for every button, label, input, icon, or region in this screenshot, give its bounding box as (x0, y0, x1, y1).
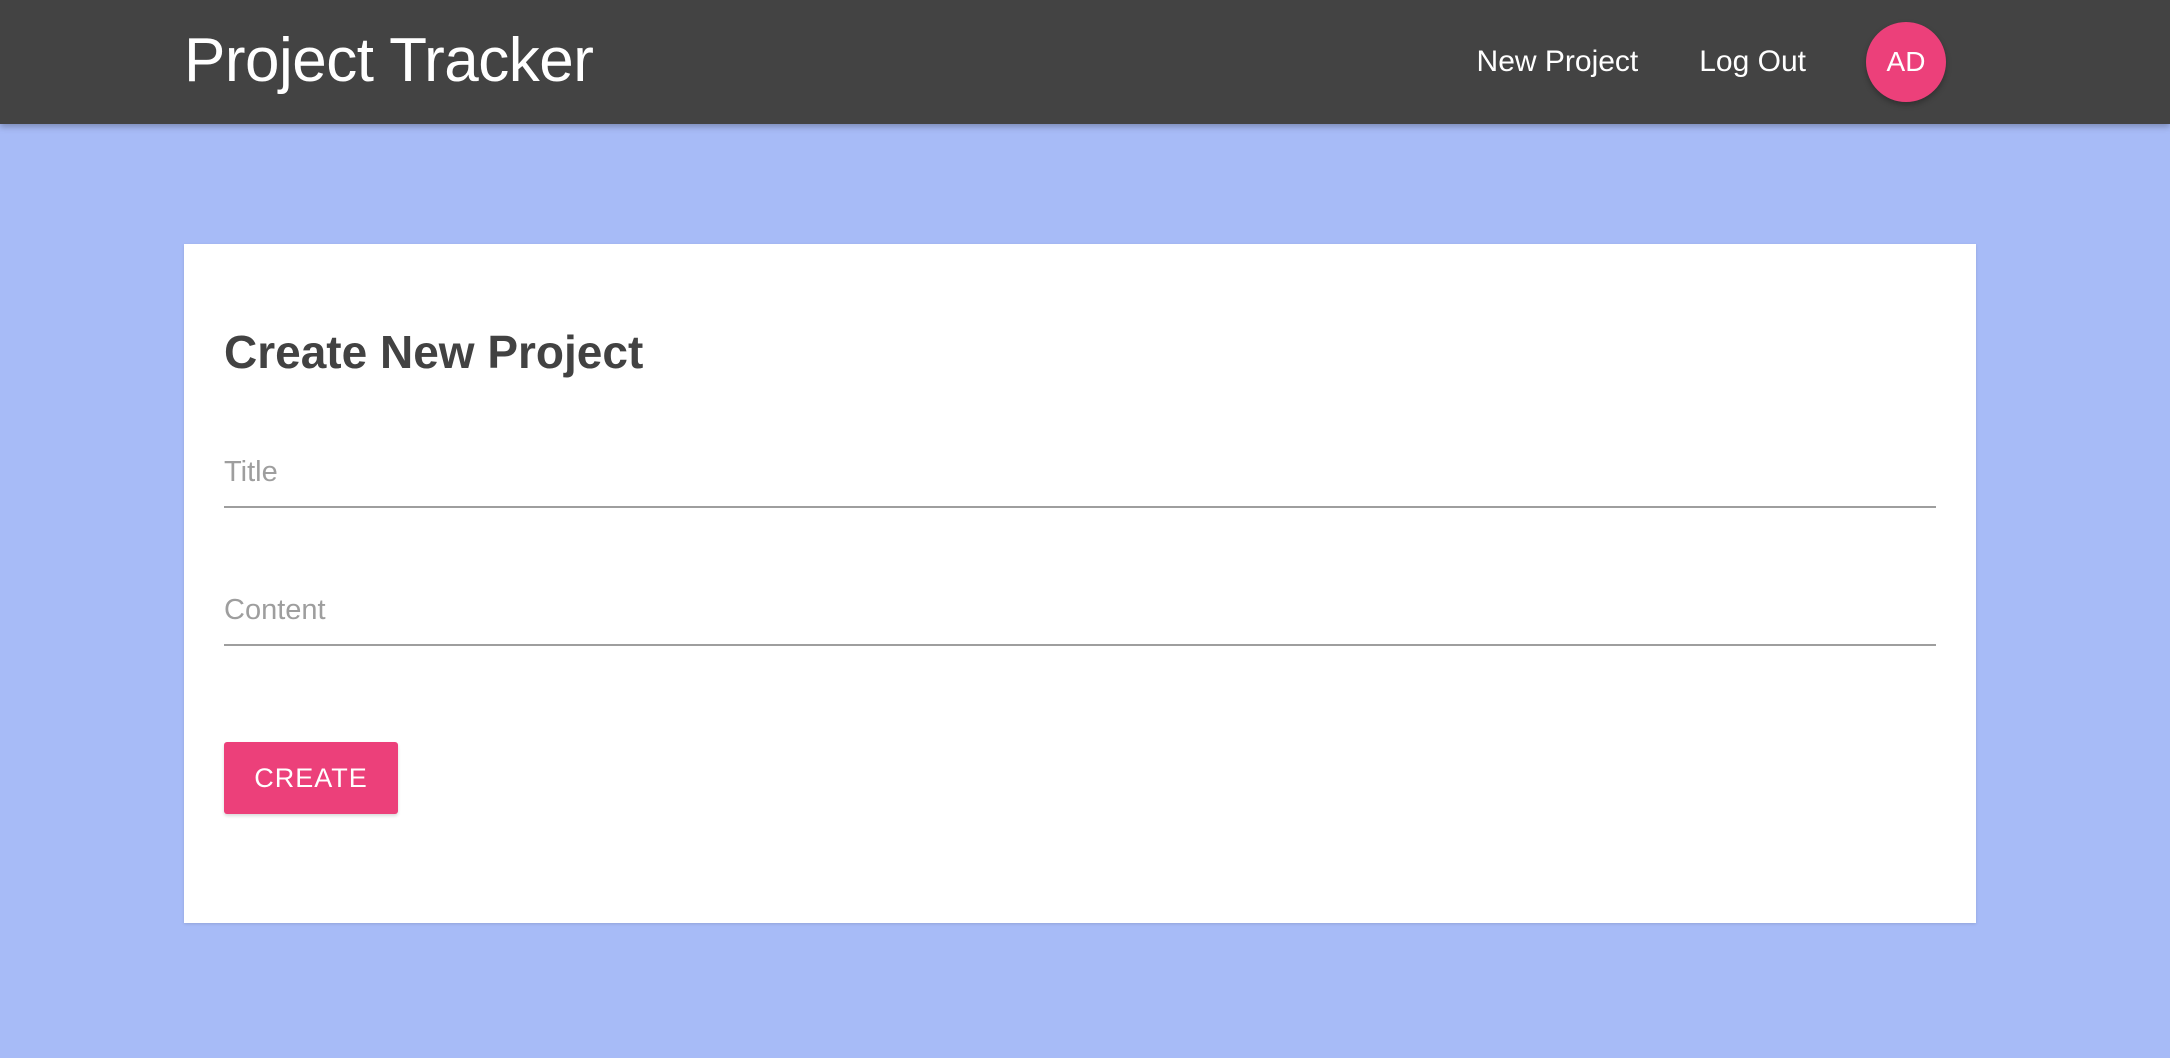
create-button[interactable]: CREATE (224, 742, 398, 814)
nav-link-log-out[interactable]: Log Out (1699, 42, 1806, 82)
form-heading: Create New Project (224, 326, 644, 378)
title-field (224, 438, 1936, 508)
title-input[interactable] (224, 438, 1936, 508)
content-field (224, 576, 1936, 646)
nav-links: New Project Log Out AD (1477, 0, 1946, 124)
brand-logo[interactable]: Project Tracker (184, 22, 594, 100)
user-avatar[interactable]: AD (1866, 22, 1946, 102)
navbar: Project Tracker New Project Log Out AD (0, 0, 2170, 124)
create-project-card: Create New Project CREATE (184, 244, 1976, 923)
nav-link-new-project[interactable]: New Project (1477, 42, 1639, 82)
content-input[interactable] (224, 576, 1936, 646)
